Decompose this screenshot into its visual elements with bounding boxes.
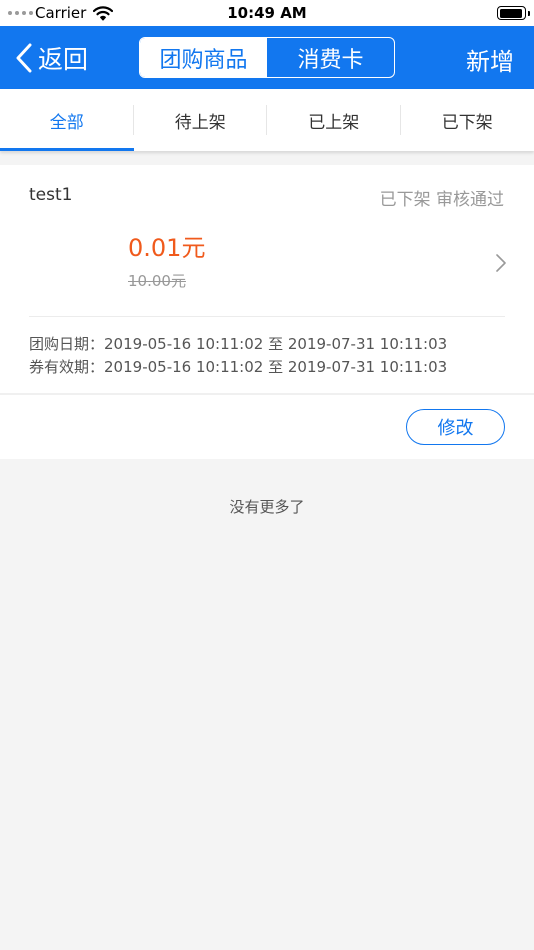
divider	[29, 316, 505, 317]
group-buy-date-value: 2019-05-16 10:11:02 至 2019-07-31 10:11:0…	[104, 335, 448, 353]
validity-date-value: 2019-05-16 10:11:02 至 2019-07-31 10:11:0…	[104, 358, 448, 376]
divider	[0, 393, 534, 395]
list-end-message: 没有更多了	[229, 498, 305, 516]
clock-label: 10:49 AM	[227, 4, 307, 22]
edit-button[interactable]: 修改	[406, 409, 505, 445]
validity-date-row: 券有效期：2019-05-16 10:11:02 至 2019-07-31 10…	[29, 356, 447, 377]
battery-icon	[497, 6, 530, 20]
active-tab-indicator	[0, 148, 134, 151]
validity-date-label: 券有效期：	[29, 358, 105, 376]
tab-pending-listing[interactable]: 待上架	[134, 89, 267, 151]
segment-group-buy-products[interactable]: 团购商品	[140, 38, 267, 77]
tab-label: 已上架	[308, 112, 360, 133]
segmented-control: 团购商品 消费卡	[139, 37, 395, 78]
product-name: test1	[29, 185, 73, 205]
group-buy-date-label: 团购日期：	[29, 335, 105, 353]
tab-label: 待上架	[174, 112, 226, 133]
original-price: 10.00元	[128, 272, 186, 290]
status-badge: 已下架 审核通过	[379, 190, 504, 210]
filter-tabs: 全部 待上架 已上架 已下架	[0, 89, 534, 151]
tab-all[interactable]: 全部	[0, 89, 134, 151]
chevron-left-icon	[16, 43, 32, 73]
chevron-right-icon[interactable]	[494, 253, 508, 277]
navigation-bar: 返回 团购商品 消费卡 新增	[0, 26, 534, 89]
product-card[interactable]: test1 已下架 审核通过 0.01元 10.00元 团购日期：2019-05…	[0, 165, 534, 459]
segment-consumer-cards[interactable]: 消费卡	[267, 38, 394, 77]
sale-price: 0.01元	[128, 234, 206, 262]
group-buy-date-row: 团购日期：2019-05-16 10:11:02 至 2019-07-31 10…	[29, 333, 447, 354]
tab-label: 已下架	[441, 112, 493, 133]
add-new-button[interactable]: 新增	[466, 42, 514, 77]
tab-label: 全部	[49, 112, 84, 133]
back-button-label: 返回	[38, 45, 89, 74]
back-button[interactable]: 返回	[16, 40, 88, 76]
tab-delisted[interactable]: 已下架	[401, 89, 534, 151]
status-bar: Carrier 10:49 AM	[0, 0, 534, 26]
tab-listed[interactable]: 已上架	[267, 89, 401, 151]
battery-level	[499, 8, 522, 18]
